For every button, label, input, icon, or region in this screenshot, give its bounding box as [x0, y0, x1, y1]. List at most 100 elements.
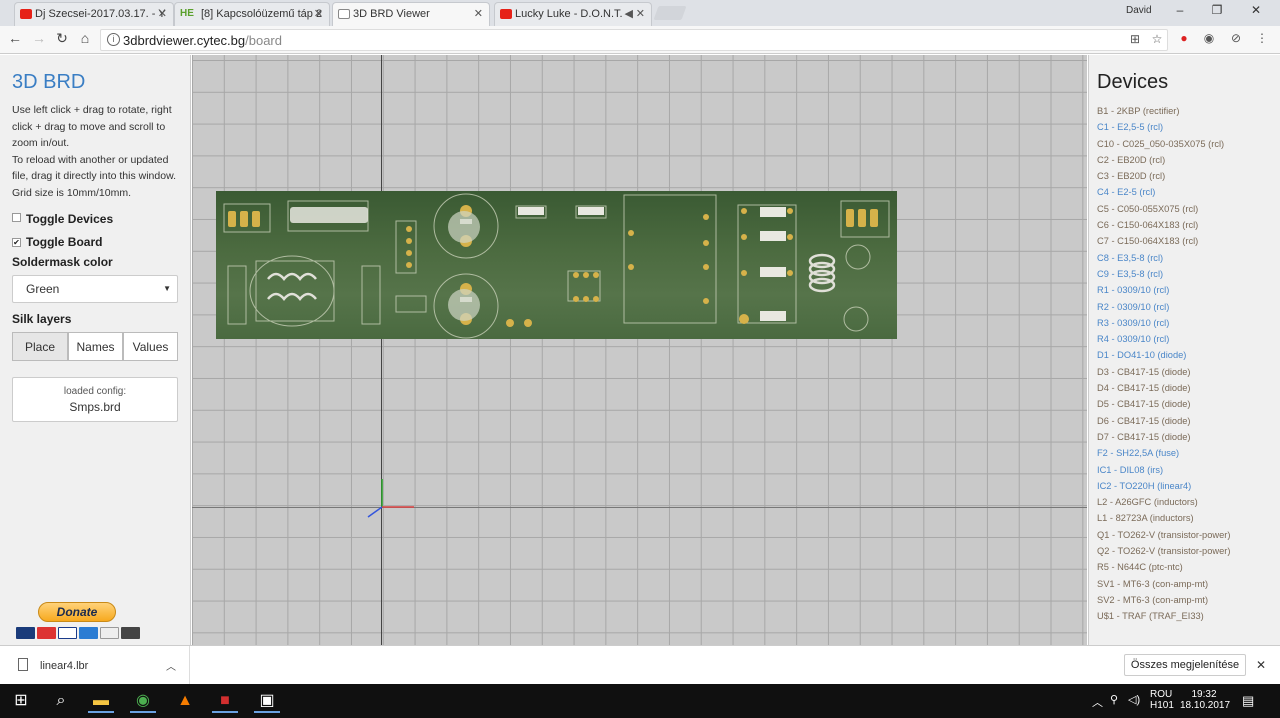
clock[interactable]: 19:32 18.10.2017	[1180, 689, 1230, 711]
reload-icon[interactable]: ↻	[53, 30, 71, 47]
device-item[interactable]: IC1 - DIL08 (irs)	[1097, 462, 1230, 478]
maximize-icon[interactable]: ❐	[1207, 3, 1227, 17]
amex-icon	[79, 627, 98, 639]
device-item[interactable]: R1 - 0309/10 (rcl)	[1097, 282, 1230, 298]
soldermask-select[interactable]: Green ▼	[12, 275, 178, 303]
tab-youtube-1[interactable]: Dj Szecsei-2017.03.17. - ​Y ✕	[14, 2, 174, 26]
device-item[interactable]: C2 - EB20D (rcl)	[1097, 152, 1230, 168]
download-filename[interactable]: linear4.lbr	[40, 660, 88, 672]
forward-icon[interactable]: →	[30, 30, 48, 46]
menu-icon[interactable]: ⋮	[1254, 31, 1270, 47]
payment-cards	[16, 627, 140, 639]
language-indicator[interactable]: ROU H101	[1150, 689, 1174, 711]
device-item[interactable]: R5 - N644C (ptc-ntc)	[1097, 559, 1230, 575]
network-icon[interactable]: ⚲	[1110, 693, 1118, 706]
device-item[interactable]: D7 - CB417-15 (diode)	[1097, 429, 1230, 445]
show-all-downloads-button[interactable]: Összes megjelenítése	[1124, 654, 1246, 676]
device-item[interactable]: SV1 - MT6-3 (con-amp-mt)	[1097, 576, 1230, 592]
device-item[interactable]: D3 - CB417-15 (diode)	[1097, 364, 1230, 380]
profile-name[interactable]: David	[1126, 5, 1152, 16]
address-bar[interactable]: i 3dbrdviewer.cytec.bg/board ⊞ ☆	[100, 29, 1168, 51]
url-text[interactable]: 3dbrdviewer.cytec.bg/board	[123, 33, 282, 48]
file-explorer-icon[interactable]: ▬	[88, 689, 114, 713]
silk-names-button[interactable]: Names	[68, 332, 123, 361]
tab-youtube-2[interactable]: Lucky Luke - D.O.N.T. ◀ ✕	[494, 2, 652, 26]
device-item[interactable]: C8 - E3,5-8 (rcl)	[1097, 250, 1230, 266]
he-icon: HE	[180, 8, 194, 19]
device-item[interactable]: C10 - C025_050-035X075 (rcl)	[1097, 136, 1230, 152]
home-icon[interactable]: ⌂	[76, 30, 94, 46]
device-item[interactable]: C5 - C050-055X075 (rcl)	[1097, 201, 1230, 217]
discover-icon	[100, 627, 119, 639]
checkbox-icon[interactable]	[12, 213, 21, 222]
back-icon[interactable]: ←	[6, 30, 24, 46]
bookmark-star-icon[interactable]: ☆	[1149, 32, 1165, 48]
silk-values-button[interactable]: Values	[123, 332, 178, 361]
loaded-config-box: loaded config: Smps.brd	[12, 377, 178, 422]
device-item[interactable]: B1 - 2KBP (rectifier)	[1097, 103, 1230, 119]
3d-viewport[interactable]	[192, 55, 1087, 645]
device-item[interactable]: R4 - 0309/10 (rcl)	[1097, 331, 1230, 347]
minimize-icon[interactable]: –	[1170, 3, 1190, 17]
close-tab-icon[interactable]: ✕	[158, 3, 167, 25]
tab-title: [8] Kapcsolóüzemű táp 2	[201, 8, 323, 20]
device-item[interactable]: C3 - EB20D (rcl)	[1097, 168, 1230, 184]
notifications-icon[interactable]: ▤	[1242, 693, 1254, 709]
toggle-devices-checkbox[interactable]: Toggle Devices	[12, 212, 113, 226]
site-info-icon[interactable]: i	[107, 33, 120, 46]
close-window-icon[interactable]: ✕	[1246, 3, 1266, 17]
app-title: 3D BRD	[12, 71, 86, 93]
device-item[interactable]: D1 - DO41-10 (diode)	[1097, 347, 1230, 363]
extension-icon[interactable]: ●	[1176, 31, 1192, 47]
silk-place-button[interactable]: Place	[12, 332, 68, 361]
device-item[interactable]: R2 - 0309/10 (rcl)	[1097, 299, 1230, 315]
bank-icon	[121, 627, 140, 639]
tab-3d-brd-viewer[interactable]: 3D BRD Viewer ✕	[332, 2, 490, 26]
device-item[interactable]: D4 - CB417-15 (diode)	[1097, 380, 1230, 396]
device-item[interactable]: C9 - E3,5-8 (rcl)	[1097, 266, 1230, 282]
pcb-board[interactable]	[216, 191, 897, 339]
device-item[interactable]: D6 - CB417-15 (diode)	[1097, 413, 1230, 429]
close-tab-icon[interactable]: ✕	[474, 3, 483, 25]
tray-chevron-icon[interactable]: ︿	[1092, 694, 1103, 710]
translate-icon[interactable]: ⊞	[1127, 32, 1143, 48]
new-tab-button[interactable]	[653, 6, 687, 20]
axis-gizmo	[367, 479, 414, 518]
device-item[interactable]: IC2 - TO220H (linear4)	[1097, 478, 1230, 494]
tab-forum[interactable]: HE [8] Kapcsolóüzemű táp 2 ✕	[174, 2, 330, 26]
chrome-icon[interactable]: ◉	[130, 689, 156, 713]
extension-icon-2[interactable]: ◉	[1201, 31, 1217, 47]
device-item[interactable]: C1 - E2,5-5 (rcl)	[1097, 119, 1230, 135]
eagle-icon[interactable]: ■	[212, 689, 238, 713]
download-item[interactable]: linear4.lbr ︿	[0, 646, 190, 684]
volume-icon[interactable]: ◁)	[1128, 693, 1140, 706]
close-icon[interactable]: ✕	[1256, 658, 1266, 672]
photos-icon[interactable]: ▣	[254, 689, 280, 713]
checkmark-icon[interactable]: ✔	[12, 238, 21, 247]
device-item[interactable]: L1 - 82723A (inductors)	[1097, 510, 1230, 526]
device-list: B1 - 2KBP (rectifier) C1 - E2,5-5 (rcl) C1…	[1097, 103, 1230, 625]
speaker-icon[interactable]: ◀	[625, 3, 633, 25]
vlc-icon[interactable]: ▲	[172, 689, 198, 713]
close-tab-icon[interactable]: ✕	[636, 3, 645, 25]
file-icon	[18, 658, 28, 671]
device-item[interactable]: SV2 - MT6-3 (con-amp-mt)	[1097, 592, 1230, 608]
device-item[interactable]: L2 - A26GFC (inductors)	[1097, 494, 1230, 510]
close-tab-icon[interactable]: ✕	[314, 3, 323, 25]
device-item[interactable]: Q2 - TO262-V (transistor-power)	[1097, 543, 1230, 559]
device-item[interactable]: D5 - CB417-15 (diode)	[1097, 396, 1230, 412]
device-item[interactable]: R3 - 0309/10 (rcl)	[1097, 315, 1230, 331]
device-item[interactable]: U$1 - TRAF (TRAF_EI33)	[1097, 608, 1230, 624]
device-item[interactable]: C4 - E2-5 (rcl)	[1097, 184, 1230, 200]
tab-title: Lucky Luke - D.O.N.T.	[515, 8, 623, 20]
windows-start-icon[interactable]: ⊞	[8, 689, 34, 713]
donate-button[interactable]: Donate	[38, 602, 116, 622]
search-icon[interactable]: ⌕	[48, 689, 74, 713]
device-item[interactable]: C6 - C150-064X183 (rcl)	[1097, 217, 1230, 233]
block-icon[interactable]: ⊘	[1228, 31, 1244, 47]
toggle-board-checkbox[interactable]: ✔ Toggle Board	[12, 235, 102, 249]
device-item[interactable]: F2 - SH22,5A (fuse)	[1097, 445, 1230, 461]
chevron-up-icon[interactable]: ︿	[166, 658, 176, 673]
device-item[interactable]: Q1 - TO262-V (transistor-power)	[1097, 527, 1230, 543]
device-item[interactable]: C7 - C150-064X183 (rcl)	[1097, 233, 1230, 249]
